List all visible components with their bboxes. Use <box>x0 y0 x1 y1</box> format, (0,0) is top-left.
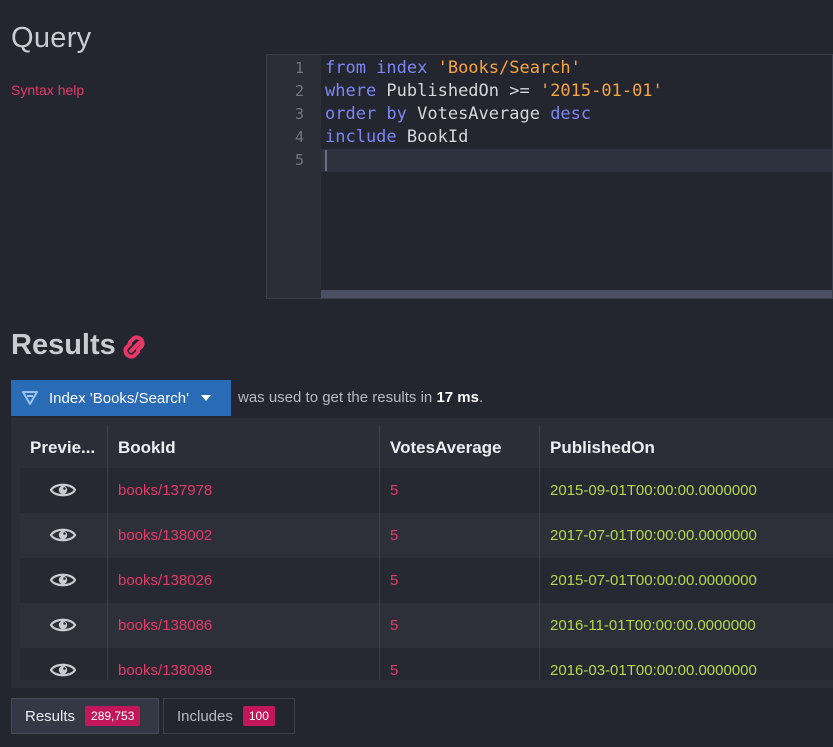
syntax-help-link[interactable]: Syntax help <box>11 82 84 98</box>
code-text: order by VotesAverage desc <box>325 103 591 126</box>
preview-eye-icon[interactable] <box>49 660 77 680</box>
timing-prefix: was used to get the results in <box>238 389 437 406</box>
includes-count-badge: 100 <box>242 706 275 726</box>
tab-includes-label: Includes <box>177 707 233 725</box>
results-title: Results <box>11 329 116 361</box>
query-duration: 17 ms <box>436 389 479 406</box>
column-header-votesaverage[interactable]: VotesAverage <box>380 426 540 468</box>
keyword-token: where <box>325 81 387 101</box>
bookid-cell[interactable]: books/138098 <box>108 648 212 680</box>
keyword-token: order by <box>325 104 418 124</box>
table-row[interactable]: books/138098 5 2016-03-01T00:00:00.0000000 <box>20 648 833 680</box>
column-header-publishedon[interactable]: PublishedOn <box>540 426 833 468</box>
line-number: 1 <box>294 59 304 77</box>
code-line[interactable]: 4 include BookId <box>267 126 832 149</box>
string-token: 'Books/Search' <box>437 58 581 78</box>
preview-eye-icon[interactable] <box>49 525 77 545</box>
string-token: '2015-01-01' <box>539 81 663 101</box>
column-separator[interactable] <box>107 426 108 680</box>
index-icon <box>22 391 38 405</box>
publishedon-cell: 2017-07-01T00:00:00.0000000 <box>550 527 757 544</box>
line-number: 2 <box>294 82 304 100</box>
tab-includes[interactable]: Includes 100 <box>163 698 295 734</box>
column-header-preview[interactable]: Previe... <box>20 426 108 468</box>
results-count-badge: 289,753 <box>85 706 141 726</box>
bookid-cell[interactable]: books/138026 <box>108 558 212 603</box>
code-line[interactable]: 2 where PublishedOn >= '2015-01-01' <box>267 80 832 103</box>
line-number: 3 <box>294 105 304 123</box>
votesaverage-cell: 5 <box>390 527 399 544</box>
votesaverage-cell: 5 <box>390 617 399 634</box>
code-line[interactable]: 5 <box>267 149 832 172</box>
code-text: where PublishedOn >= '2015-01-01' <box>325 80 663 103</box>
publishedon-cell: 2016-11-01T00:00:00.0000000 <box>550 617 756 634</box>
query-title: Query <box>11 22 92 54</box>
tab-results[interactable]: Results 289,753 <box>11 698 159 734</box>
keyword-token: desc <box>550 104 592 124</box>
results-grid: Previe... BookId VotesAverage PublishedO… <box>11 418 833 688</box>
link-icon[interactable] <box>117 331 151 363</box>
query-timing-text: was used to get the results in 17 ms. <box>238 389 483 406</box>
preview-eye-icon[interactable] <box>49 570 77 590</box>
publishedon-cell: 2015-07-01T00:00:00.0000000 <box>550 572 757 589</box>
index-button-label: Index 'Books/Search' <box>49 389 189 407</box>
code-text: from index 'Books/Search' <box>325 57 581 80</box>
column-separator[interactable] <box>379 426 380 680</box>
votesaverage-cell: 5 <box>390 572 399 589</box>
table-row[interactable]: books/138026 5 2015-07-01T00:00:00.0000000 <box>20 558 833 603</box>
bookid-cell[interactable]: books/138086 <box>108 603 212 648</box>
column-header-bookid[interactable]: BookId <box>108 426 380 468</box>
code-line[interactable]: 1 from index 'Books/Search' <box>267 57 832 80</box>
horizontal-scrollbar[interactable] <box>321 290 832 298</box>
text-cursor <box>325 150 327 171</box>
tab-results-label: Results <box>25 707 76 725</box>
code-text: include BookId <box>325 126 468 149</box>
line-number: 5 <box>294 151 304 169</box>
table-row[interactable]: books/138086 5 2016-11-01T00:00:00.0000000 <box>20 603 833 648</box>
identifier-token: PublishedOn >= <box>386 81 540 101</box>
publishedon-cell: 2015-09-01T00:00:00.0000000 <box>550 482 757 499</box>
publishedon-cell: 2016-03-01T00:00:00.0000000 <box>550 662 757 679</box>
code-line[interactable]: 3 order by VotesAverage desc <box>267 103 832 126</box>
keyword-token: from index <box>325 58 438 78</box>
keyword-token: include <box>325 127 407 147</box>
grid-header: Previe... BookId VotesAverage PublishedO… <box>20 426 833 468</box>
query-editor[interactable]: 1 from index 'Books/Search' 2 where Publish… <box>266 54 833 299</box>
votesaverage-cell: 5 <box>390 482 399 499</box>
index-dropdown-button[interactable]: Index 'Books/Search' <box>11 380 231 416</box>
preview-eye-icon[interactable] <box>49 615 77 635</box>
table-row[interactable]: books/137978 5 2015-09-01T00:00:00.0000000 <box>20 468 833 513</box>
identifier-token: BookId <box>406 127 469 147</box>
votesaverage-cell: 5 <box>390 662 399 679</box>
timing-suffix: . <box>479 389 484 406</box>
line-number: 4 <box>294 128 304 146</box>
column-separator[interactable] <box>539 426 540 680</box>
bookid-cell[interactable]: books/138002 <box>108 513 212 558</box>
bookid-cell[interactable]: books/137978 <box>108 468 212 513</box>
chevron-down-icon <box>200 395 211 401</box>
preview-eye-icon[interactable] <box>49 480 77 500</box>
table-row[interactable]: books/138002 5 2017-07-01T00:00:00.0000000 <box>20 513 833 558</box>
identifier-token: VotesAverage <box>417 104 551 124</box>
